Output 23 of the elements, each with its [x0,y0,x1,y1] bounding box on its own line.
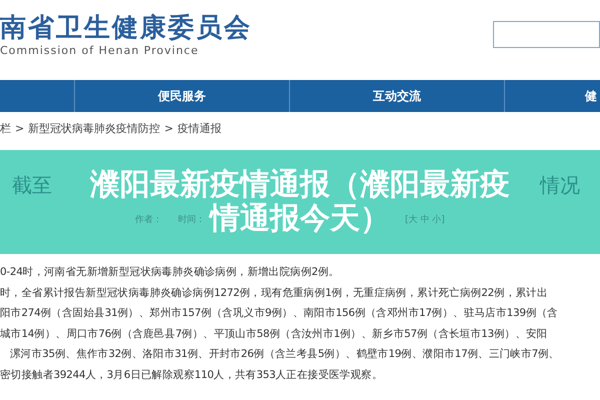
body-text: 城市14例）、周口市76例（含鹿邑县7例）、平顶山市58例（含汝州市1例）、新乡市57例（含长垣市13例）、安阳 [0,326,548,342]
nav-link[interactable]: 便民服务 [158,87,206,105]
body-text: 漯河市35例、焦作市32例、洛阳市31例、开封市26例（含兰考县5例）、鹤壁市19例、濮阳市17例、三门峡市7例、 [9,347,560,362]
breadcrumb-separator: > [164,120,174,137]
time-label: 时间： [178,214,205,227]
banner-title: 濮阳最新疫情通报（濮阳最新疫 [90,168,510,202]
article-title-fragment: 截至 [12,172,52,199]
body-text: 时，全省累计报告新型冠状病毒肺炎确诊病例1272例，现有危重病例1例，无重症病例，累计死亡病例22例，累计出 [0,286,549,300]
body-text: 阳市274例（含固始县31例）、郑州市157例（含巩义市9例）、南阳市156例（含邓州市17例）、驻马店市139例（含 [0,306,559,321]
body-text: 0-24时，河南省无新增新型冠状病毒肺炎确诊病例，新增出院病例2例。 [0,265,340,280]
breadcrumb-link[interactable]: 新型冠状病毒肺炎疫情防控 [28,120,160,138]
site-subtitle: Commission of Henan Province [0,44,200,58]
nav-link[interactable]: 互动交流 [373,87,421,105]
author-label: 作者： [135,214,162,227]
breadcrumb-link[interactable]: 疫情通报 [177,120,222,138]
site-title: 南省卫生健康委员会 [0,12,252,44]
breadcrumb-separator: > [15,120,24,137]
body-text: 密切接触者39244人，3月6日已解除观察110人，共有353人正在接受医学观察。 [0,368,384,382]
banner-title: 情通报今天） [210,202,390,236]
nav-link[interactable]: 健 [585,87,597,105]
search-field[interactable] [493,21,600,48]
article-title-fragment: 情况 [540,172,580,199]
breadcrumb-link[interactable]: 栏 [0,120,11,138]
